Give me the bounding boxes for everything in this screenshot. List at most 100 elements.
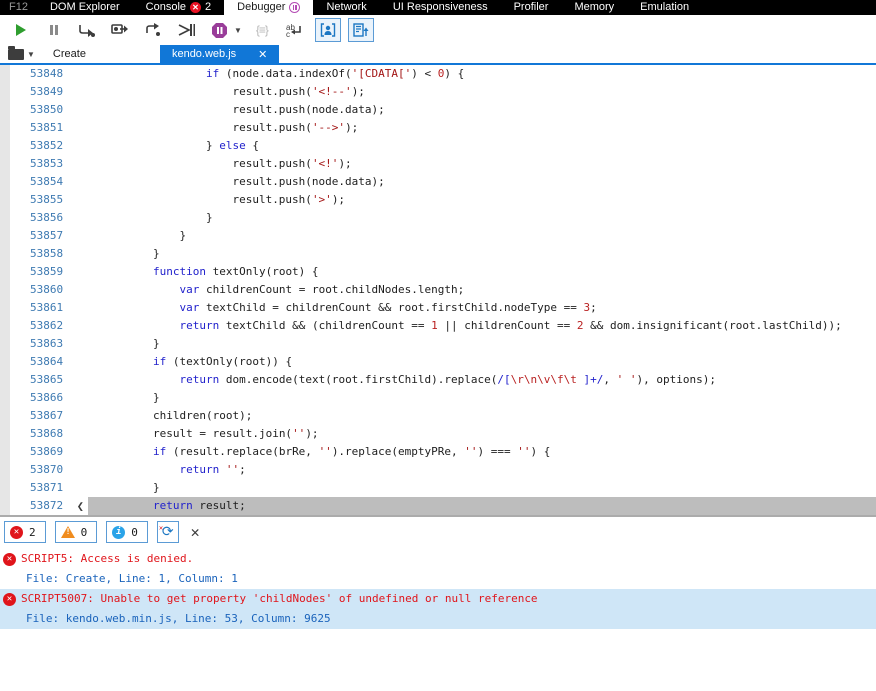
clear-on-navigate-button[interactable]: ⟳ xyxy=(156,521,179,543)
break-on-new-worker-button[interactable] xyxy=(173,18,199,42)
code-line-text[interactable]: } xyxy=(88,479,876,497)
tab-emulation[interactable]: Emulation xyxy=(627,0,702,15)
console-entry[interactable]: File: Create, Line: 1, Column: 1 xyxy=(0,569,876,589)
code-line[interactable]: 53863 } xyxy=(0,335,876,353)
code-line-text[interactable]: return dom.encode(text(root.firstChild).… xyxy=(88,371,876,389)
tab-console[interactable]: Console ✕ 2 xyxy=(133,0,224,15)
step-into-button[interactable] xyxy=(107,18,133,42)
code-line-text[interactable]: } xyxy=(88,227,876,245)
code-line[interactable]: 53854 result.push(node.data); xyxy=(0,173,876,191)
breakpoint-gutter[interactable] xyxy=(0,119,10,137)
code-line-text[interactable]: } xyxy=(88,245,876,263)
code-line-text[interactable]: } xyxy=(88,335,876,353)
breakpoint-gutter[interactable] xyxy=(0,173,10,191)
step-out-button[interactable] xyxy=(140,18,166,42)
exception-dropdown-caret[interactable]: ▼ xyxy=(234,26,242,35)
code-line[interactable]: 53861 var textChild = childrenCount && r… xyxy=(0,299,876,317)
breakpoint-gutter[interactable] xyxy=(0,497,10,515)
breakpoint-gutter[interactable] xyxy=(0,479,10,497)
breakpoint-gutter[interactable] xyxy=(0,191,10,209)
breakpoint-gutter[interactable] xyxy=(0,263,10,281)
code-line-text[interactable]: children(root); xyxy=(88,407,876,425)
code-line-text[interactable]: } else { xyxy=(88,137,876,155)
code-line-text[interactable]: result.push(node.data); xyxy=(88,101,876,119)
warnings-filter-button[interactable]: 0 xyxy=(54,521,98,543)
info-filter-button[interactable]: i 0 xyxy=(106,521,148,543)
code-line-text[interactable]: } xyxy=(88,209,876,227)
breakpoint-gutter[interactable] xyxy=(0,227,10,245)
code-line[interactable]: 53851 result.push('-->'); xyxy=(0,119,876,137)
code-line-text[interactable]: if (result.replace(brRe, '').replace(emp… xyxy=(88,443,876,461)
just-my-code-button[interactable] xyxy=(314,18,341,42)
breakpoint-gutter[interactable] xyxy=(0,155,10,173)
code-line[interactable]: 53855 result.push('>'); xyxy=(0,191,876,209)
code-line[interactable]: 53857 } xyxy=(0,227,876,245)
breakpoint-gutter[interactable] xyxy=(0,371,10,389)
code-line[interactable]: 53864 if (textOnly(root)) { xyxy=(0,353,876,371)
exception-control-button[interactable] xyxy=(206,18,232,42)
code-line-text[interactable]: var childrenCount = root.childNodes.leng… xyxy=(88,281,876,299)
close-tab-icon[interactable]: ✕ xyxy=(258,48,267,61)
file-tab-active[interactable]: kendo.web.js ✕ xyxy=(159,45,280,63)
tab-memory[interactable]: Memory xyxy=(561,0,627,15)
pretty-print-button[interactable]: {≡} xyxy=(249,18,275,42)
scroll-left-arrow-icon[interactable]: ❮ xyxy=(77,497,84,515)
break-button[interactable] xyxy=(41,18,67,42)
code-line[interactable]: 53867 children(root); xyxy=(0,407,876,425)
code-line[interactable]: 53869 if (result.replace(brRe, '').repla… xyxy=(0,443,876,461)
breakpoint-gutter[interactable] xyxy=(0,245,10,263)
tab-ui-responsiveness[interactable]: UI Responsiveness xyxy=(380,0,501,15)
code-line[interactable]: 53871 } xyxy=(0,479,876,497)
code-line-text[interactable]: return ''; xyxy=(88,461,876,479)
breakpoint-gutter[interactable] xyxy=(0,209,10,227)
tab-network[interactable]: Network xyxy=(313,0,379,15)
code-line[interactable]: 53850 result.push(node.data); xyxy=(0,101,876,119)
code-line-text[interactable]: return result; xyxy=(88,497,876,515)
breakpoint-gutter[interactable] xyxy=(0,389,10,407)
code-line[interactable]: 53849 result.push('<!--'); xyxy=(0,83,876,101)
code-line[interactable]: 53868 result = result.join(''); xyxy=(0,425,876,443)
code-line[interactable]: 53860 var childrenCount = root.childNode… xyxy=(0,281,876,299)
code-line[interactable]: 53872 ❮ return result; xyxy=(0,497,876,515)
code-line[interactable]: 53848 if (node.data.indexOf('[CDATA[') <… xyxy=(0,65,876,83)
breakpoint-gutter[interactable] xyxy=(0,353,10,371)
breakpoint-gutter[interactable] xyxy=(0,407,10,425)
source-maps-button[interactable] xyxy=(347,18,374,42)
code-line-text[interactable]: if (textOnly(root)) { xyxy=(88,353,876,371)
code-line[interactable]: 53856 } xyxy=(0,209,876,227)
errors-filter-button[interactable]: ✕ 2 xyxy=(4,521,46,543)
breakpoint-gutter[interactable] xyxy=(0,425,10,443)
code-line-text[interactable]: result.push(node.data); xyxy=(88,173,876,191)
clear-console-icon[interactable]: ✕ xyxy=(191,523,200,541)
code-line[interactable]: 53866 } xyxy=(0,389,876,407)
tab-dom-explorer[interactable]: DOM Explorer xyxy=(37,0,133,15)
step-over-button[interactable] xyxy=(74,18,100,42)
code-line-text[interactable]: } xyxy=(88,389,876,407)
breakpoint-gutter[interactable] xyxy=(0,443,10,461)
code-line[interactable]: 53870 return ''; xyxy=(0,461,876,479)
breakpoint-gutter[interactable] xyxy=(0,83,10,101)
code-line[interactable]: 53853 result.push('<!'); xyxy=(0,155,876,173)
code-line-text[interactable]: return textChild && (childrenCount == 1 … xyxy=(88,317,876,335)
code-line[interactable]: 53859 function textOnly(root) { xyxy=(0,263,876,281)
breakpoint-gutter[interactable] xyxy=(0,461,10,479)
breakpoint-gutter[interactable] xyxy=(0,317,10,335)
breakpoint-gutter[interactable] xyxy=(0,101,10,119)
code-line-text[interactable]: result.push('-->'); xyxy=(88,119,876,137)
code-line[interactable]: 53858 } xyxy=(0,245,876,263)
breakpoint-gutter[interactable] xyxy=(0,299,10,317)
breakpoint-gutter[interactable] xyxy=(0,335,10,353)
code-line[interactable]: 53862 return textChild && (childrenCount… xyxy=(0,317,876,335)
console-entry[interactable]: File: kendo.web.min.js, Line: 53, Column… xyxy=(0,609,876,629)
tab-profiler[interactable]: Profiler xyxy=(501,0,562,15)
breakpoint-gutter[interactable] xyxy=(0,137,10,155)
code-line[interactable]: 53865 return dom.encode(text(root.firstC… xyxy=(0,371,876,389)
console-entry[interactable]: ✕ SCRIPT5007: Unable to get property 'chi… xyxy=(0,589,876,609)
code-line-text[interactable]: if (node.data.indexOf('[CDATA[') < 0) { xyxy=(88,65,876,83)
code-line-text[interactable]: result.push('<!'); xyxy=(88,155,876,173)
code-line-text[interactable]: var textChild = childrenCount && root.fi… xyxy=(88,299,876,317)
word-wrap-button[interactable]: ab c xyxy=(282,18,308,42)
console-entry[interactable]: ✕ SCRIPT5: Access is denied. xyxy=(0,549,876,569)
continue-button[interactable] xyxy=(8,18,34,42)
code-line-text[interactable]: result.push('>'); xyxy=(88,191,876,209)
